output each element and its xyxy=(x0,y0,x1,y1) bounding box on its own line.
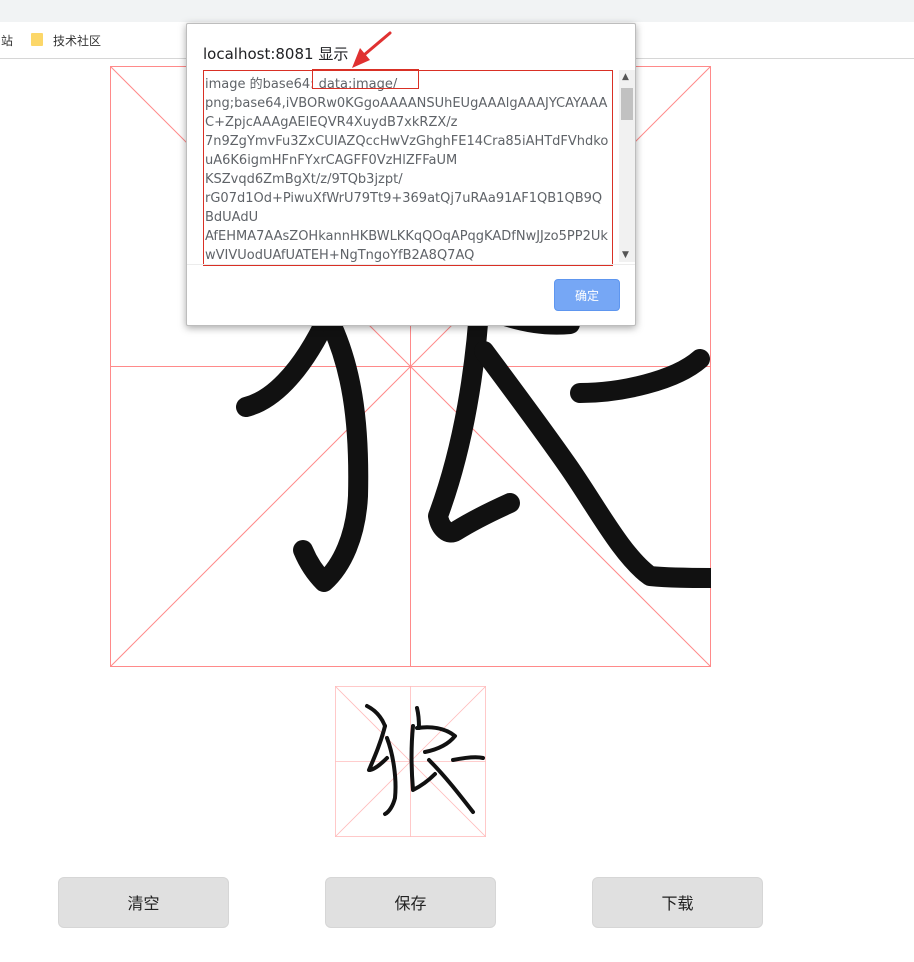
stroke-left-rise xyxy=(428,286,520,543)
preview-image xyxy=(334,685,487,838)
bookmark-folder-label[interactable]: 技术社区 xyxy=(53,32,101,49)
clear-button[interactable]: 清空 xyxy=(58,877,229,928)
dialog-message-text: image 的base64: data:image/ png;base64,iV… xyxy=(205,77,609,263)
preview-stroke-sweep xyxy=(427,758,475,814)
download-button[interactable]: 下载 xyxy=(592,877,763,928)
preview-stroke-mid xyxy=(409,724,437,792)
browser-tab-strip xyxy=(0,0,914,22)
message-scrollbar[interactable]: ▲ ▼ xyxy=(619,70,635,262)
annotation-arrow-icon xyxy=(352,31,392,68)
preview-stroke-left xyxy=(367,724,389,772)
preview-stroke-dot xyxy=(415,706,421,730)
scroll-down-icon[interactable]: ▼ xyxy=(622,250,629,260)
preview-svg xyxy=(334,685,487,838)
save-button[interactable]: 保存 xyxy=(325,877,496,928)
scroll-up-icon[interactable]: ▲ xyxy=(622,72,629,82)
preview-strokes xyxy=(365,704,485,816)
preview-stroke-box xyxy=(415,725,457,754)
bookmark-site-label[interactable]: 站 xyxy=(1,32,13,49)
handwritten-strokes xyxy=(236,286,721,592)
preview-stroke-right xyxy=(451,755,485,762)
stroke-right-tick xyxy=(570,349,710,403)
preview-stroke-hook xyxy=(383,736,398,816)
folder-icon[interactable] xyxy=(31,33,43,46)
dialog-title: localhost:8081 显示 xyxy=(203,45,349,63)
stroke-left-hook xyxy=(236,306,338,417)
scroll-thumb[interactable] xyxy=(621,88,633,120)
ok-button[interactable]: 确定 xyxy=(554,279,620,311)
dialog-message-box[interactable]: image 的base64: data:image/ png;base64,iV… xyxy=(203,70,613,266)
alert-dialog: localhost:8081 显示 image 的base64: data:im… xyxy=(186,23,636,326)
dialog-divider xyxy=(187,264,635,265)
preview-stroke-top xyxy=(365,704,387,728)
